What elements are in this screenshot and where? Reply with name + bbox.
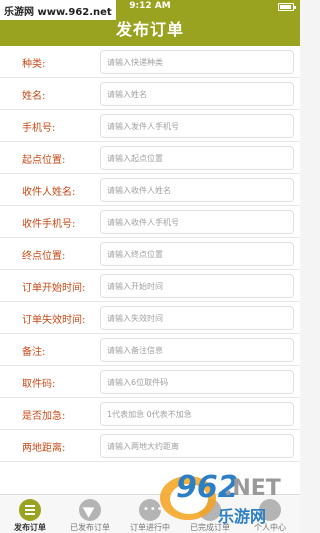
field-label: 两地距离: [22,443,66,454]
start-time-input[interactable] [100,274,294,298]
form-row-start-time: 订单开始时间: [0,270,300,302]
more-icon: ••• [139,499,163,521]
menu-icon [19,499,41,521]
field-label: 姓名: [22,91,46,102]
field-label: 是否加急: [22,411,66,422]
logo-cn: 乐游网 [218,507,267,526]
field-label: 收件手机号: [22,219,76,230]
field-label: 种类: [22,59,46,70]
tab-publish-order[interactable]: 发布订单 [0,495,60,533]
field-label: 起点位置: [22,155,66,166]
tab-published-orders[interactable]: 已发布订单 [60,495,120,533]
remark-input[interactable] [100,338,294,362]
battery-icon [278,3,296,11]
logo-net: .NET [224,476,281,501]
field-label: 手机号: [22,123,56,134]
field-label: 终点位置: [22,251,66,262]
form-row-pickup-code: 取件码: [0,366,300,398]
type-input[interactable] [100,50,294,74]
form-row-type: 种类: [0,46,300,78]
field-label: 收件人姓名: [22,187,76,198]
form-row-remark: 备注: [0,334,300,366]
form-row-destination: 终点位置: [0,238,300,270]
tab-label: 发布订单 [14,523,46,532]
form-row-expire-time: 订单失效时间: [0,302,300,334]
form-row-recipient-name: 收件人姓名: [0,174,300,206]
site-watermark: 乐游网 www.962.net [0,0,116,20]
recipient-name-input[interactable] [100,178,294,202]
tab-label: 已发布订单 [70,523,110,532]
paper-plane-icon [79,499,101,521]
field-label: 订单失效时间: [22,315,86,326]
distance-input[interactable] [100,434,294,458]
form-row-distance: 两地距离: [0,430,300,462]
site-logo: 962 .NET 乐游网 [160,470,295,528]
order-form: 种类: 姓名: 手机号: 起点位置: 收件人姓名: 收件手机号: 终点位置: 订… [0,46,300,494]
form-row-phone: 手机号: [0,110,300,142]
phone-input[interactable] [100,114,294,138]
form-row-urgent: 是否加急: [0,398,300,430]
recipient-phone-input[interactable] [100,210,294,234]
pickup-code-input[interactable] [100,370,294,394]
expire-time-input[interactable] [100,306,294,330]
destination-input[interactable] [100,242,294,266]
field-label: 取件码: [22,379,56,390]
urgent-input[interactable] [100,402,294,426]
field-label: 订单开始时间: [22,283,86,294]
field-label: 备注: [22,347,46,358]
form-row-origin: 起点位置: [0,142,300,174]
form-row-recipient-phone: 收件手机号: [0,206,300,238]
form-row-name: 姓名: [0,78,300,110]
name-input[interactable] [100,82,294,106]
origin-input[interactable] [100,146,294,170]
